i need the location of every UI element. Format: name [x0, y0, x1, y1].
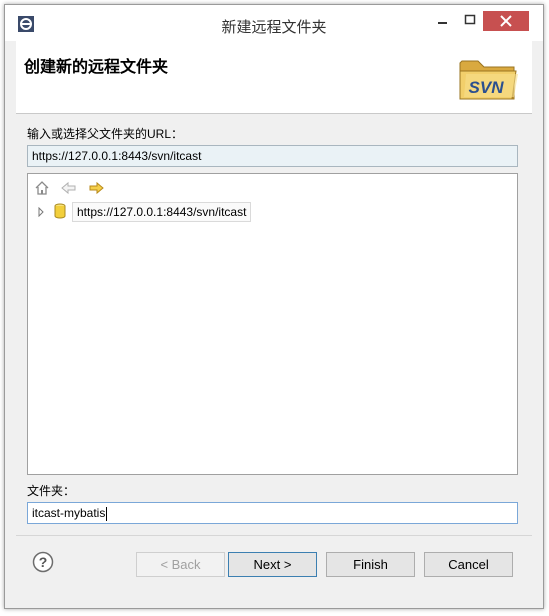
forward-arrow-icon[interactable] — [87, 180, 105, 196]
title-bar: 新建远程文件夹 — [5, 5, 543, 41]
repository-tree[interactable]: https://127.0.0.1:8443/svn/itcast — [27, 173, 518, 475]
back-arrow-icon[interactable] — [60, 180, 78, 196]
svn-folder-logo: SVN — [456, 49, 522, 108]
maximize-icon — [464, 14, 476, 25]
maximize-button[interactable] — [457, 11, 483, 31]
folder-name-input[interactable]: itcast-mybatis — [27, 502, 518, 524]
minimize-button[interactable] — [429, 11, 455, 31]
back-button[interactable]: < Back — [136, 552, 225, 577]
repository-icon — [54, 203, 66, 222]
next-button[interactable]: Next > — [228, 552, 317, 577]
button-bar-separator — [16, 535, 532, 536]
dialog-window: 新建远程文件夹 创建新的远程文件夹 SVN 输入或选择父文件夹的URL： htt… — [4, 4, 544, 609]
svg-text:SVN: SVN — [469, 78, 505, 97]
svg-text:?: ? — [39, 554, 48, 570]
text-caret — [106, 506, 108, 521]
finish-button[interactable]: Finish — [326, 552, 415, 577]
wizard-title: 创建新的远程文件夹 — [24, 59, 169, 76]
tree-item-label[interactable]: https://127.0.0.1:8443/svn/itcast — [72, 202, 252, 222]
minimize-icon — [438, 22, 447, 24]
expand-arrow-icon[interactable] — [36, 206, 46, 220]
home-icon[interactable] — [34, 180, 52, 196]
help-button[interactable]: ? — [32, 551, 54, 576]
folder-label: 文件夹： — [27, 484, 76, 498]
close-icon — [500, 15, 512, 27]
url-input[interactable]: https://127.0.0.1:8443/svn/itcast — [27, 145, 518, 167]
wizard-header: 创建新的远程文件夹 SVN — [16, 41, 532, 114]
folder-name-value: itcast-mybatis — [32, 506, 106, 520]
url-label: 输入或选择父文件夹的URL： — [27, 127, 184, 141]
cancel-button[interactable]: Cancel — [424, 552, 513, 577]
close-button[interactable] — [483, 11, 529, 31]
tree-toolbar — [34, 180, 110, 196]
help-icon: ? — [32, 551, 54, 573]
